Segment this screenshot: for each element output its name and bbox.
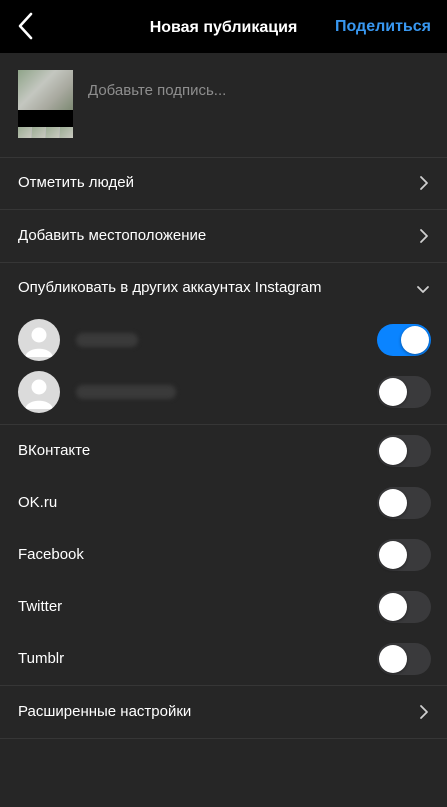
add-location-label: Добавить местоположение bbox=[18, 227, 207, 244]
account-name-blurred bbox=[76, 385, 176, 399]
toggle-knob bbox=[379, 437, 407, 465]
thumbnail-mini bbox=[60, 127, 73, 138]
okru-toggle[interactable] bbox=[377, 487, 431, 519]
thumbnail-mini bbox=[18, 127, 31, 138]
account-row bbox=[0, 366, 447, 418]
share-target-label: Twitter bbox=[18, 598, 63, 615]
other-accounts-row[interactable]: Опубликовать в других аккаунтах Instagra… bbox=[0, 262, 447, 314]
share-target-label: OK.ru bbox=[18, 494, 58, 511]
thumbnail-photo bbox=[18, 70, 73, 110]
account-row bbox=[0, 314, 447, 366]
tag-people-label: Отметить людей bbox=[18, 174, 134, 191]
share-row-okru: OK.ru bbox=[0, 477, 447, 529]
add-location-row[interactable]: Добавить местоположение bbox=[0, 210, 447, 263]
chevron-down-icon bbox=[416, 282, 430, 293]
share-target-label: Tumblr bbox=[18, 650, 65, 667]
chevron-right-icon bbox=[419, 175, 429, 191]
toggle-knob bbox=[379, 541, 407, 569]
toggle-knob bbox=[379, 645, 407, 673]
advanced-settings-row[interactable]: Расширенные настройки bbox=[0, 686, 447, 739]
account-toggle[interactable] bbox=[377, 376, 431, 408]
share-button[interactable]: Поделиться bbox=[335, 18, 431, 36]
share-row-facebook: Facebook bbox=[0, 529, 447, 581]
share-row-twitter: Twitter bbox=[0, 581, 447, 633]
account-toggle[interactable] bbox=[377, 324, 431, 356]
thumbnail-mini bbox=[46, 127, 59, 138]
avatar bbox=[18, 319, 60, 361]
account-name-blurred bbox=[76, 333, 138, 347]
advanced-settings-label: Расширенные настройки bbox=[18, 703, 192, 720]
caption-section bbox=[0, 53, 447, 158]
caption-input[interactable] bbox=[86, 77, 430, 103]
twitter-toggle[interactable] bbox=[377, 591, 431, 623]
avatar bbox=[18, 371, 60, 413]
share-target-label: Facebook bbox=[18, 546, 84, 563]
post-thumbnail[interactable] bbox=[18, 70, 73, 138]
chevron-right-icon bbox=[419, 228, 429, 244]
chevron-right-icon bbox=[419, 704, 429, 720]
share-row-vkontakte: ВКонтакте bbox=[0, 425, 447, 477]
toggle-knob bbox=[379, 489, 407, 517]
other-accounts-label: Опубликовать в других аккаунтах Instagra… bbox=[18, 279, 322, 296]
toggle-knob bbox=[401, 326, 429, 354]
toggle-knob bbox=[379, 593, 407, 621]
facebook-toggle[interactable] bbox=[377, 539, 431, 571]
thumbnail-mini bbox=[32, 127, 45, 138]
tag-people-row[interactable]: Отметить людей bbox=[0, 157, 447, 210]
share-row-tumblr: Tumblr bbox=[0, 633, 447, 686]
share-target-label: ВКонтакте bbox=[18, 442, 91, 459]
toggle-knob bbox=[379, 378, 407, 406]
vkontakte-toggle[interactable] bbox=[377, 435, 431, 467]
thumbnail-strip bbox=[18, 110, 73, 127]
top-bar: Новая публикация Поделиться bbox=[0, 0, 447, 53]
tumblr-toggle[interactable] bbox=[377, 643, 431, 675]
